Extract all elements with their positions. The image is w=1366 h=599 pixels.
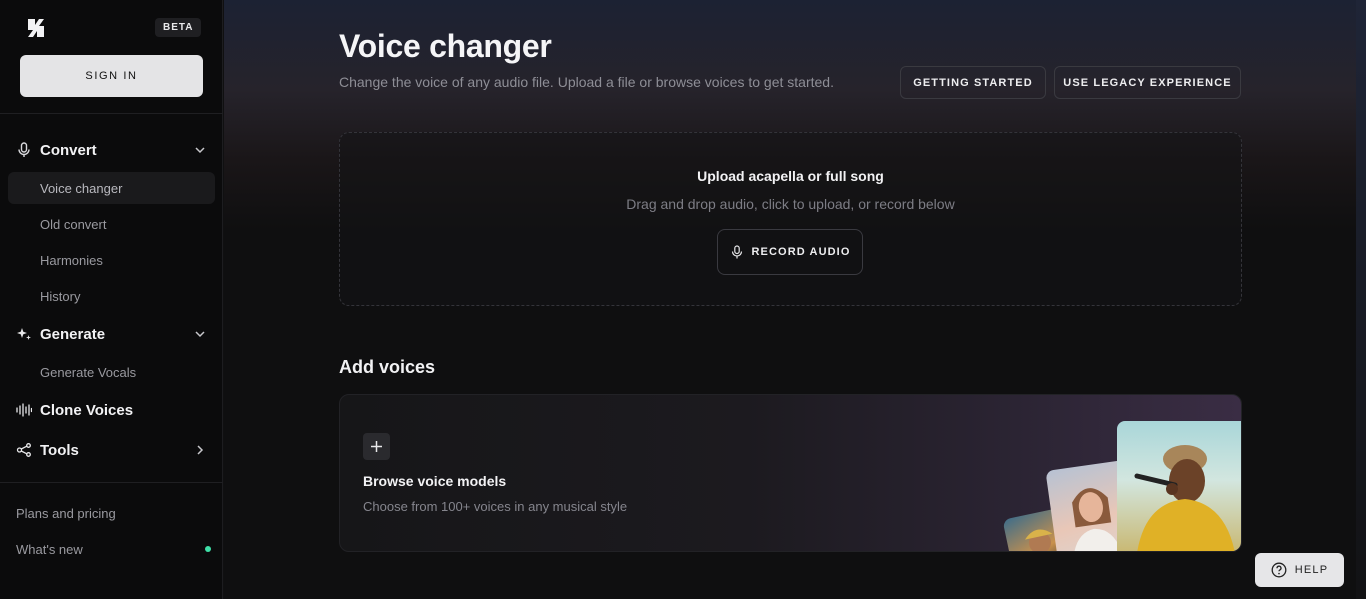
help-button[interactable]: HELP [1255,553,1344,587]
microphone-icon [731,245,742,259]
page-subtitle: Change the voice of any audio file. Uplo… [339,74,834,90]
brand-logo-icon[interactable] [26,18,46,38]
record-audio-label: RECORD AUDIO [751,246,851,258]
whats-new-link[interactable]: What's new [16,539,211,559]
legacy-experience-button[interactable]: USE LEGACY EXPERIENCE [1054,66,1241,99]
nav-section-tools[interactable]: Tools [16,438,207,462]
beta-badge: BETA [155,18,202,37]
page-title: Voice changer [339,28,552,64]
new-indicator-dot [205,546,211,552]
whats-new-label: What's new [16,541,83,557]
sidebar-item-voice-changer[interactable]: Voice changer [8,172,215,204]
chevron-right-icon[interactable] [193,443,207,457]
sparkle-icon [16,326,32,342]
browse-card-subtitle: Choose from 100+ voices in any musical s… [363,499,628,514]
browse-voice-models-card[interactable]: Browse voice models Choose from 100+ voi… [339,394,1242,552]
waveform-icon [16,402,32,418]
sidebar-item-old-convert[interactable]: Old convert [8,208,215,240]
add-voices-heading: Add voices [339,357,436,377]
sidebar-item-generate-vocals[interactable]: Generate Vocals [8,356,215,388]
nav-section-label: Tools [40,441,79,459]
nav-section-convert[interactable]: Convert [16,138,207,162]
plans-and-pricing-link[interactable]: Plans and pricing [16,503,211,523]
scrollbar[interactable] [1356,0,1366,599]
nav-section-label: Generate [40,325,106,343]
nav-section-label: Convert [40,141,97,159]
question-circle-icon [1271,562,1287,578]
browse-card-title: Browse voice models [363,473,507,489]
chevron-down-icon[interactable] [193,143,207,157]
microphone-icon [16,142,32,158]
sidebar: BETA SIGN IN Convert Voice changer Old c… [0,0,223,599]
divider [0,113,223,114]
getting-started-button[interactable]: GETTING STARTED [900,66,1046,99]
plus-icon [363,433,390,460]
main-content: Voice changer Change the voice of any au… [224,0,1366,599]
upload-title: Upload acapella or full song [697,168,884,184]
upload-dropzone[interactable]: Upload acapella or full song Drag and dr… [339,132,1242,306]
divider [0,482,223,483]
help-label: HELP [1294,564,1329,576]
artist-photo [1117,421,1241,551]
sign-in-button[interactable]: SIGN IN [20,55,203,97]
nav-section-label: Clone Voices [40,401,134,419]
sidebar-item-history[interactable]: History [8,280,215,312]
upload-subtitle: Drag and drop audio, click to upload, or… [626,196,955,212]
nav-section-clone-voices[interactable]: Clone Voices [16,398,207,422]
share-nodes-icon [16,442,32,458]
plans-label: Plans and pricing [16,505,116,521]
nav-section-generate[interactable]: Generate [16,322,207,346]
sidebar-item-harmonies[interactable]: Harmonies [8,244,215,276]
chevron-down-icon[interactable] [193,327,207,341]
record-audio-button[interactable]: RECORD AUDIO [717,229,863,275]
